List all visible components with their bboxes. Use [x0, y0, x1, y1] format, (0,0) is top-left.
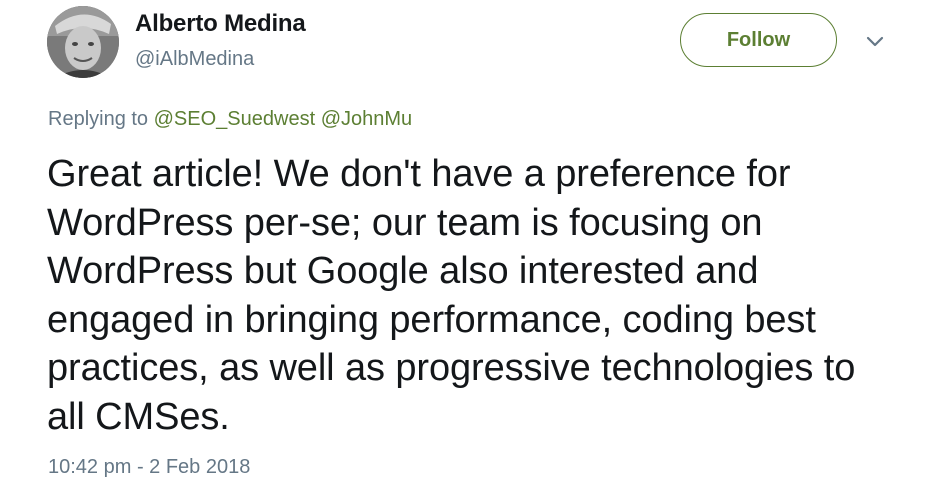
follow-button[interactable]: Follow: [680, 13, 837, 67]
avatar-image: [47, 6, 119, 78]
mention-link[interactable]: @JohnMu: [321, 108, 412, 130]
replying-to: Replying to @SEO_Suedwest @JohnMu: [48, 108, 412, 131]
author-handle[interactable]: @iAlbMedina: [135, 48, 254, 71]
tweet-card: Alberto Medina @iAlbMedina Follow Replyi…: [0, 0, 934, 498]
timestamp[interactable]: 10:42 pm - 2 Feb 2018: [48, 456, 250, 479]
author-name[interactable]: Alberto Medina: [135, 10, 306, 38]
mention-link[interactable]: @SEO_Suedwest: [154, 108, 316, 130]
tweet-text: Great article! We don't have a preferenc…: [47, 153, 856, 438]
chevron-down-icon[interactable]: [862, 28, 888, 54]
avatar[interactable]: [47, 6, 119, 78]
replying-label: Replying to: [48, 108, 149, 130]
